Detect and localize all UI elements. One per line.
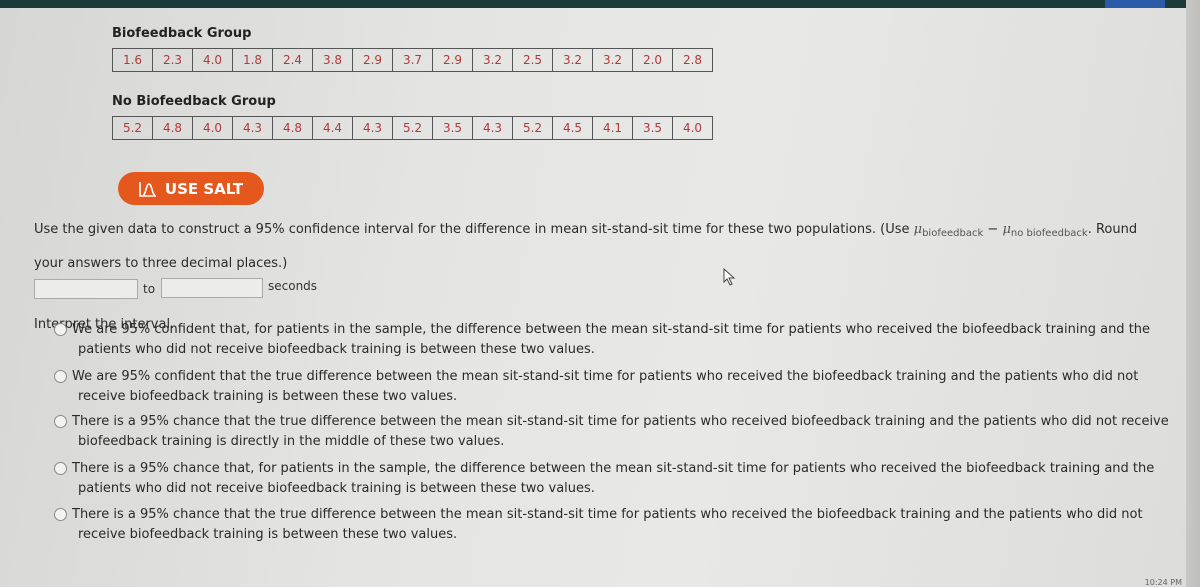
to-label: to	[143, 282, 156, 296]
option-text-line2: patients who did not receive biofeedback…	[78, 481, 595, 496]
upper-bound-input[interactable]	[161, 278, 263, 298]
data-cell: 3.8	[312, 48, 353, 72]
table-row: 5.2 4.8 4.0 4.3 4.8 4.4 4.3 5.2 3.5 4.3 5.2 4.5 4.1 3…	[112, 116, 713, 140]
question-text-line2: your answers to three decimal places.)	[34, 256, 288, 271]
data-cell: 3.7	[392, 48, 433, 72]
data-cell: 1.8	[232, 48, 273, 72]
bell-curve-icon	[139, 181, 156, 197]
data-cell: 3.2	[472, 48, 513, 72]
data-cell: 4.8	[272, 116, 313, 140]
screen-edge	[1186, 0, 1200, 587]
data-cell: 2.9	[432, 48, 473, 72]
data-cell: 2.0	[632, 48, 673, 72]
radio-button[interactable]	[54, 370, 67, 383]
option-text-line1: We are 95% confident that, for patients …	[72, 322, 1151, 337]
data-cell: 2.8	[672, 48, 713, 72]
biofeedback-data-table: 1.6 2.3 4.0 1.8 2.4 3.8 2.9 3.7 2.9 3.2 2.5 3.2 3.2 2…	[112, 48, 713, 72]
data-cell: 4.4	[312, 116, 353, 140]
option-text-line1: There is a 95% chance that the true diff…	[72, 507, 1143, 522]
no-biofeedback-data-table: 5.2 4.8 4.0 4.3 4.8 4.4 4.3 5.2 3.5 4.3 5.2 4.5 4.1 3…	[112, 116, 713, 140]
radio-button[interactable]	[54, 415, 67, 428]
option-text-line2: receive biofeedback training is between …	[78, 389, 458, 404]
data-cell: 4.3	[232, 116, 273, 140]
taskbar-clock: 10:24 PM	[1144, 578, 1182, 587]
data-cell: 4.3	[472, 116, 513, 140]
data-cell: 5.2	[392, 116, 433, 140]
option-text-line1: There is a 95% chance that the true diff…	[72, 414, 1169, 429]
data-cell: 3.5	[432, 116, 473, 140]
data-cell: 4.3	[352, 116, 393, 140]
use-salt-button[interactable]: USE SALT	[118, 172, 264, 205]
data-cell: 4.0	[192, 48, 233, 72]
data-cell: 1.6	[112, 48, 153, 72]
radio-button[interactable]	[54, 462, 67, 475]
option-text-line2: biofeedback training is directly in the …	[78, 434, 505, 449]
use-salt-label: USE SALT	[164, 179, 244, 198]
data-cell: 5.2	[512, 116, 553, 140]
lower-bound-input[interactable]	[34, 279, 138, 299]
radio-button[interactable]	[54, 323, 67, 336]
data-cell: 4.1	[592, 116, 633, 140]
option-text-line1: We are 95% confident that the true diffe…	[72, 369, 1139, 384]
data-cell: 3.2	[592, 48, 633, 72]
data-cell: 2.5	[512, 48, 553, 72]
data-cell: 3.5	[632, 116, 673, 140]
option-text-line2: patients who did not receive biofeedback…	[78, 342, 595, 357]
no-biofeedback-group-label: No Biofeedback Group	[112, 94, 276, 109]
data-cell: 2.3	[152, 48, 193, 72]
data-cell: 4.5	[552, 116, 593, 140]
top-bar-accent	[1105, 0, 1165, 8]
seconds-unit-label: seconds	[268, 279, 318, 293]
data-cell: 2.9	[352, 48, 393, 72]
mouse-cursor-icon	[723, 268, 736, 286]
question-text-line1: Use the given data to construct a 95% co…	[34, 222, 1138, 239]
radio-button[interactable]	[54, 508, 67, 521]
data-cell: 3.2	[552, 48, 593, 72]
data-cell: 5.2	[112, 116, 153, 140]
data-cell: 4.0	[672, 116, 713, 140]
option-text-line2: receive biofeedback training is between …	[78, 527, 458, 542]
data-cell: 2.4	[272, 48, 313, 72]
option-text-line1: There is a 95% chance that, for patients…	[72, 461, 1155, 476]
biofeedback-group-label: Biofeedback Group	[112, 26, 252, 41]
browser-top-bar	[0, 0, 1200, 8]
data-cell: 4.0	[192, 116, 233, 140]
data-cell: 4.8	[152, 116, 193, 140]
table-row: 1.6 2.3 4.0 1.8 2.4 3.8 2.9 3.7 2.9 3.2 2.5 3.2 3.2 2…	[112, 48, 713, 72]
